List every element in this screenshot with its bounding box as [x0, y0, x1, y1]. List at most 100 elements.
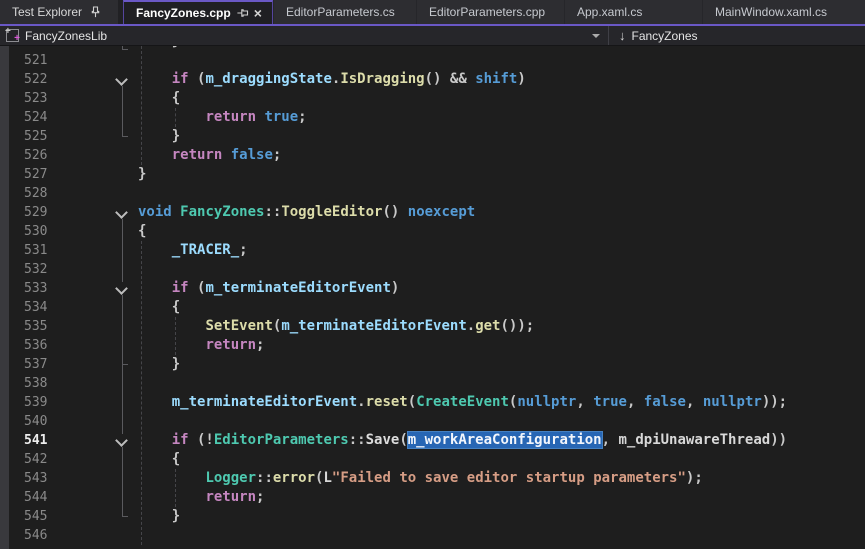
active-tab-accent-line: [0, 24, 865, 26]
line-number[interactable]: 544: [24, 488, 47, 507]
line-number[interactable]: 530: [24, 222, 47, 241]
line-number[interactable]: 546: [24, 526, 47, 545]
code-text: }: [138, 355, 180, 374]
code-text: SetEvent(m_terminateEditorEvent.get());: [138, 317, 534, 336]
line-number[interactable]: 524: [24, 108, 47, 127]
code-line[interactable]: 524 return true;: [0, 108, 865, 127]
code-text: return false;: [138, 146, 281, 165]
code-line[interactable]: 525 }: [0, 127, 865, 146]
code-line[interactable]: 522 if (m_draggingState.IsDragging() && …: [0, 70, 865, 89]
code-text: }: [138, 127, 180, 146]
code-line[interactable]: 532: [0, 260, 865, 279]
code-line[interactable]: 539 m_terminateEditorEvent.reset(CreateE…: [0, 393, 865, 412]
close-icon[interactable]: ×: [254, 6, 262, 20]
line-number[interactable]: 522: [24, 70, 47, 89]
code-line[interactable]: 526 return false;: [0, 146, 865, 165]
line-number[interactable]: 537: [24, 355, 47, 374]
line-number[interactable]: 539: [24, 393, 47, 412]
code-line[interactable]: 534 {: [0, 298, 865, 317]
tab-label: FancyZones.cpp: [136, 6, 231, 20]
code-line[interactable]: 533 if (m_terminateEditorEvent): [0, 279, 865, 298]
visual-studio-editor-window: Test Explorer FancyZones.cpp × EditorPar…: [0, 0, 865, 549]
pin-icon[interactable]: [88, 5, 102, 19]
line-number[interactable]: 523: [24, 89, 47, 108]
fold-chevron-icon[interactable]: [115, 206, 128, 219]
code-line[interactable]: 531 _TRACER_;: [0, 241, 865, 260]
code-text: return;: [138, 336, 264, 355]
code-line[interactable]: 540: [0, 412, 865, 431]
code-editor[interactable]: 520 }521522 if (m_draggingState.IsDraggi…: [0, 46, 865, 549]
code-text: {: [138, 89, 180, 108]
code-line[interactable]: 521: [0, 51, 865, 70]
down-arrow-icon: ↓: [619, 28, 626, 43]
line-number[interactable]: 545: [24, 507, 47, 526]
line-number[interactable]: 533: [24, 279, 47, 298]
line-number[interactable]: 532: [24, 260, 47, 279]
line-number[interactable]: 541: [24, 431, 47, 450]
code-line[interactable]: 527}: [0, 165, 865, 184]
code-line[interactable]: 542 {: [0, 450, 865, 469]
line-number[interactable]: 526: [24, 146, 47, 165]
scope-dropdown[interactable]: ↓ FancyZones: [609, 28, 698, 43]
tab-mainwindow-xaml-cs[interactable]: MainWindow.xaml.cs: [702, 0, 855, 24]
tab-bar: Test Explorer FancyZones.cpp × EditorPar…: [0, 0, 865, 24]
line-number[interactable]: 536: [24, 336, 47, 355]
code-text: Logger::error(L"Failed to save editor st…: [138, 469, 703, 488]
line-number[interactable]: 540: [24, 412, 47, 431]
line-number[interactable]: 529: [24, 203, 47, 222]
line-number[interactable]: 534: [24, 298, 47, 317]
line-number[interactable]: 535: [24, 317, 47, 336]
line-number[interactable]: 525: [24, 127, 47, 146]
tab-editorparameters-cs[interactable]: EditorParameters.cs: [273, 0, 416, 24]
line-number[interactable]: 521: [24, 51, 47, 70]
code-line[interactable]: 535 SetEvent(m_terminateEditorEvent.get(…: [0, 317, 865, 336]
navigation-bar: ++ FancyZonesLib ↓ FancyZones: [0, 26, 865, 46]
tab-label: EditorParameters.cs: [286, 5, 395, 19]
tab-label: EditorParameters.cpp: [429, 5, 545, 19]
code-text: }: [138, 165, 146, 184]
project-dropdown[interactable]: ++ FancyZonesLib: [0, 29, 608, 43]
pin-icon[interactable]: [235, 8, 249, 19]
code-line[interactable]: 546: [0, 526, 865, 545]
line-number[interactable]: 528: [24, 184, 47, 203]
project-name: FancyZonesLib: [25, 29, 107, 43]
code-line[interactable]: 529void FancyZones::ToggleEditor() noexc…: [0, 203, 865, 222]
tab-fancyzones-cpp[interactable]: FancyZones.cpp ×: [123, 0, 273, 24]
code-text: {: [138, 222, 146, 241]
code-text: {: [138, 298, 180, 317]
fold-chevron-icon[interactable]: [115, 434, 128, 447]
tab-label: MainWindow.xaml.cs: [715, 5, 827, 19]
code-line[interactable]: 536 return;: [0, 336, 865, 355]
fold-chevron-icon[interactable]: [115, 282, 128, 295]
tab-label: App.xaml.cs: [577, 5, 642, 19]
code-line[interactable]: 545 }: [0, 507, 865, 526]
code-text: }: [138, 507, 180, 526]
line-number[interactable]: 542: [24, 450, 47, 469]
code-line[interactable]: 523 {: [0, 89, 865, 108]
code-text: return true;: [138, 108, 307, 127]
code-text: if (m_terminateEditorEvent): [138, 279, 399, 298]
code-line[interactable]: 528: [0, 184, 865, 203]
tab-editorparameters-cpp[interactable]: EditorParameters.cpp: [416, 0, 564, 24]
cpp-library-icon: ++: [6, 29, 19, 42]
code-text: _TRACER_;: [138, 241, 248, 260]
code-line[interactable]: 544 return;: [0, 488, 865, 507]
code-line[interactable]: 541 if (!EditorParameters::Save(m_workAr…: [0, 431, 865, 450]
tab-test-explorer[interactable]: Test Explorer: [0, 0, 118, 24]
code-line[interactable]: 537 }: [0, 355, 865, 374]
line-number[interactable]: 538: [24, 374, 47, 393]
line-number[interactable]: 527: [24, 165, 47, 184]
code-text: if (m_draggingState.IsDragging() && shif…: [138, 70, 526, 89]
code-line[interactable]: 543 Logger::error(L"Failed to save edito…: [0, 469, 865, 488]
code-text: if (!EditorParameters::Save(m_workAreaCo…: [138, 431, 787, 450]
fold-chevron-icon[interactable]: [115, 73, 128, 86]
code-line[interactable]: 530 {: [0, 222, 865, 241]
scope-name: FancyZones: [632, 29, 698, 43]
code-line[interactable]: 538: [0, 374, 865, 393]
tab-label: Test Explorer: [12, 5, 82, 19]
line-number[interactable]: 543: [24, 469, 47, 488]
chevron-down-icon[interactable]: [592, 34, 600, 38]
code-text: {: [138, 450, 180, 469]
tab-app-xaml-cs[interactable]: App.xaml.cs: [564, 0, 702, 24]
line-number[interactable]: 531: [24, 241, 47, 260]
